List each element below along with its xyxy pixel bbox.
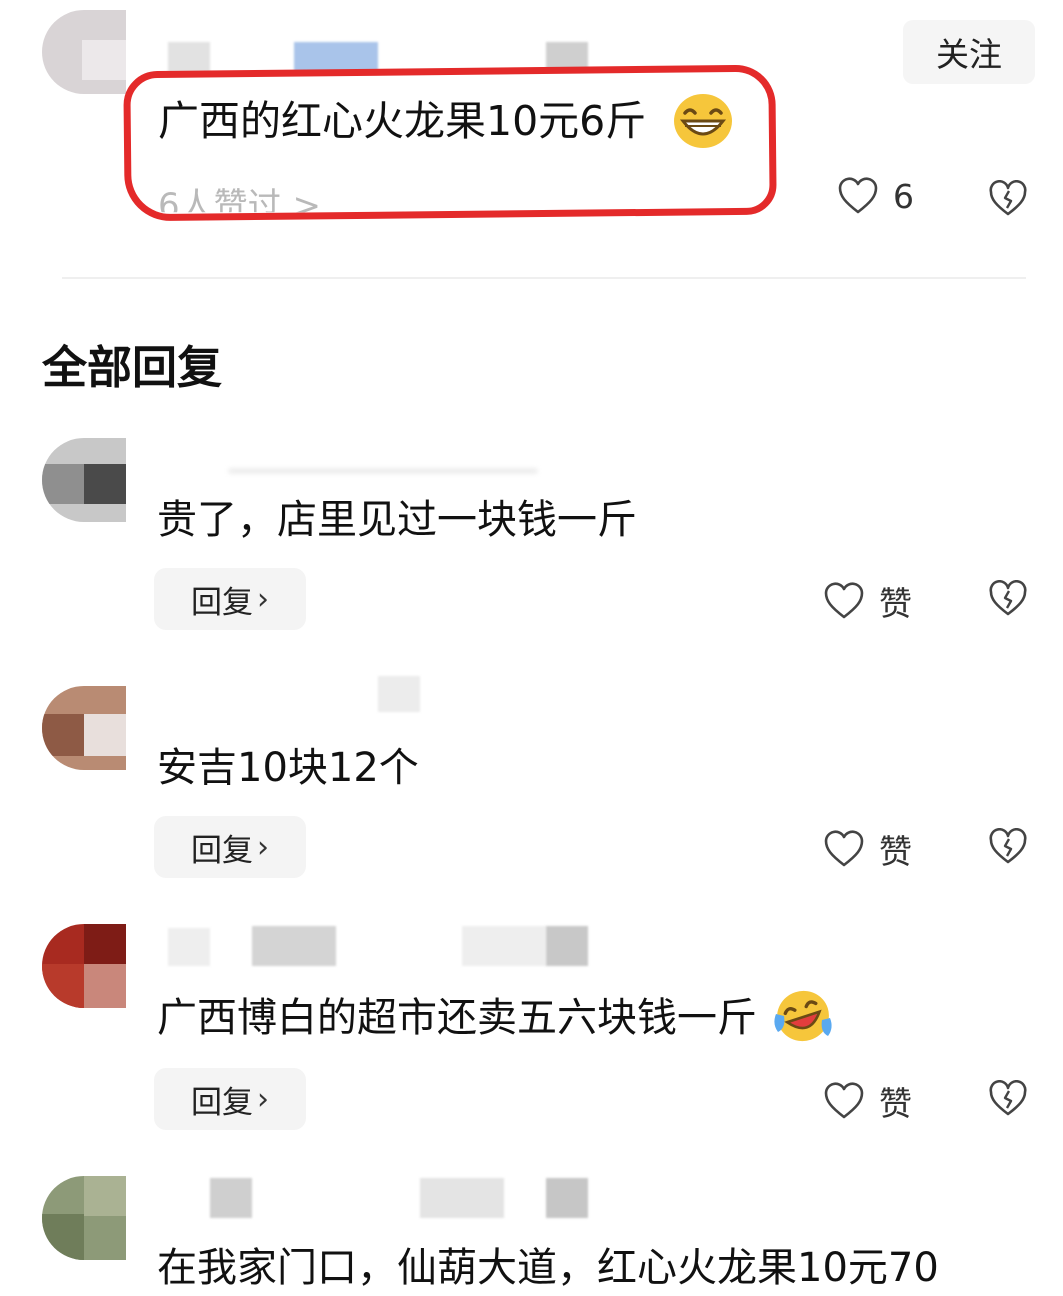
chevron-right-icon: ›	[257, 1081, 269, 1117]
heart-outline-icon	[824, 830, 864, 867]
like-button[interactable]: 6	[837, 176, 914, 216]
broken-heart-icon	[989, 1079, 1027, 1116]
like-button[interactable]: 赞	[823, 577, 912, 625]
chevron-right-icon: ›	[257, 581, 269, 617]
laughing-crying-emoji	[774, 990, 832, 1042]
username-blurred	[210, 1178, 252, 1218]
avatar[interactable]	[42, 438, 126, 522]
like-label: 赞	[879, 1084, 912, 1123]
username-blurred	[546, 926, 588, 966]
like-count: 6	[893, 176, 914, 216]
username-blurred	[168, 42, 210, 72]
dislike-button[interactable]	[988, 179, 1028, 222]
dislike-button[interactable]	[988, 579, 1028, 622]
heart-outline-icon	[824, 1082, 864, 1119]
reply-text: 广西博白的超市还卖五六块钱一斤	[157, 990, 834, 1046]
reply-button-label: 回复	[191, 584, 253, 621]
annotation-circle	[123, 64, 777, 222]
reply-text: 贵了，店里见过一块钱一斤	[157, 497, 637, 543]
reply-button-label: 回复	[191, 1084, 253, 1121]
dislike-button[interactable]	[988, 827, 1028, 870]
username-blurred	[546, 1178, 588, 1218]
reply-button[interactable]: 回复 ›	[154, 568, 306, 630]
avatar[interactable]	[42, 924, 126, 1008]
reply-text-body: 广西博白的超市还卖五六块钱一斤	[157, 995, 757, 1041]
dislike-button[interactable]	[988, 1079, 1028, 1122]
chevron-right-icon: ›	[257, 829, 269, 865]
broken-heart-icon	[989, 579, 1027, 616]
reply-text: 在我家门口，仙葫大道，红心火龙果10元70	[157, 1245, 939, 1291]
reply-button[interactable]: 回复 ›	[154, 1068, 306, 1130]
username-blurred	[420, 1178, 504, 1218]
follow-button[interactable]: 关注	[903, 20, 1035, 84]
username-blurred	[462, 926, 546, 966]
avatar[interactable]	[42, 1176, 126, 1260]
username-blurred	[168, 928, 210, 966]
username-blurred	[378, 676, 420, 712]
divider	[62, 277, 1026, 279]
username-blurred	[228, 468, 538, 474]
broken-heart-icon	[989, 827, 1027, 864]
avatar[interactable]	[42, 10, 126, 94]
username-blurred	[252, 926, 336, 966]
reply-text: 安吉10块12个	[157, 745, 419, 791]
like-button[interactable]: 赞	[823, 825, 912, 873]
like-button[interactable]: 赞	[823, 1077, 912, 1125]
broken-heart-icon	[989, 179, 1027, 216]
reply-button-label: 回复	[191, 832, 253, 869]
like-label: 赞	[879, 832, 912, 871]
like-label: 赞	[879, 584, 912, 623]
avatar[interactable]	[42, 686, 126, 770]
heart-outline-icon	[838, 177, 878, 214]
heart-outline-icon	[824, 582, 864, 619]
reply-button[interactable]: 回复 ›	[154, 816, 306, 878]
section-title: 全部回复	[42, 341, 223, 394]
